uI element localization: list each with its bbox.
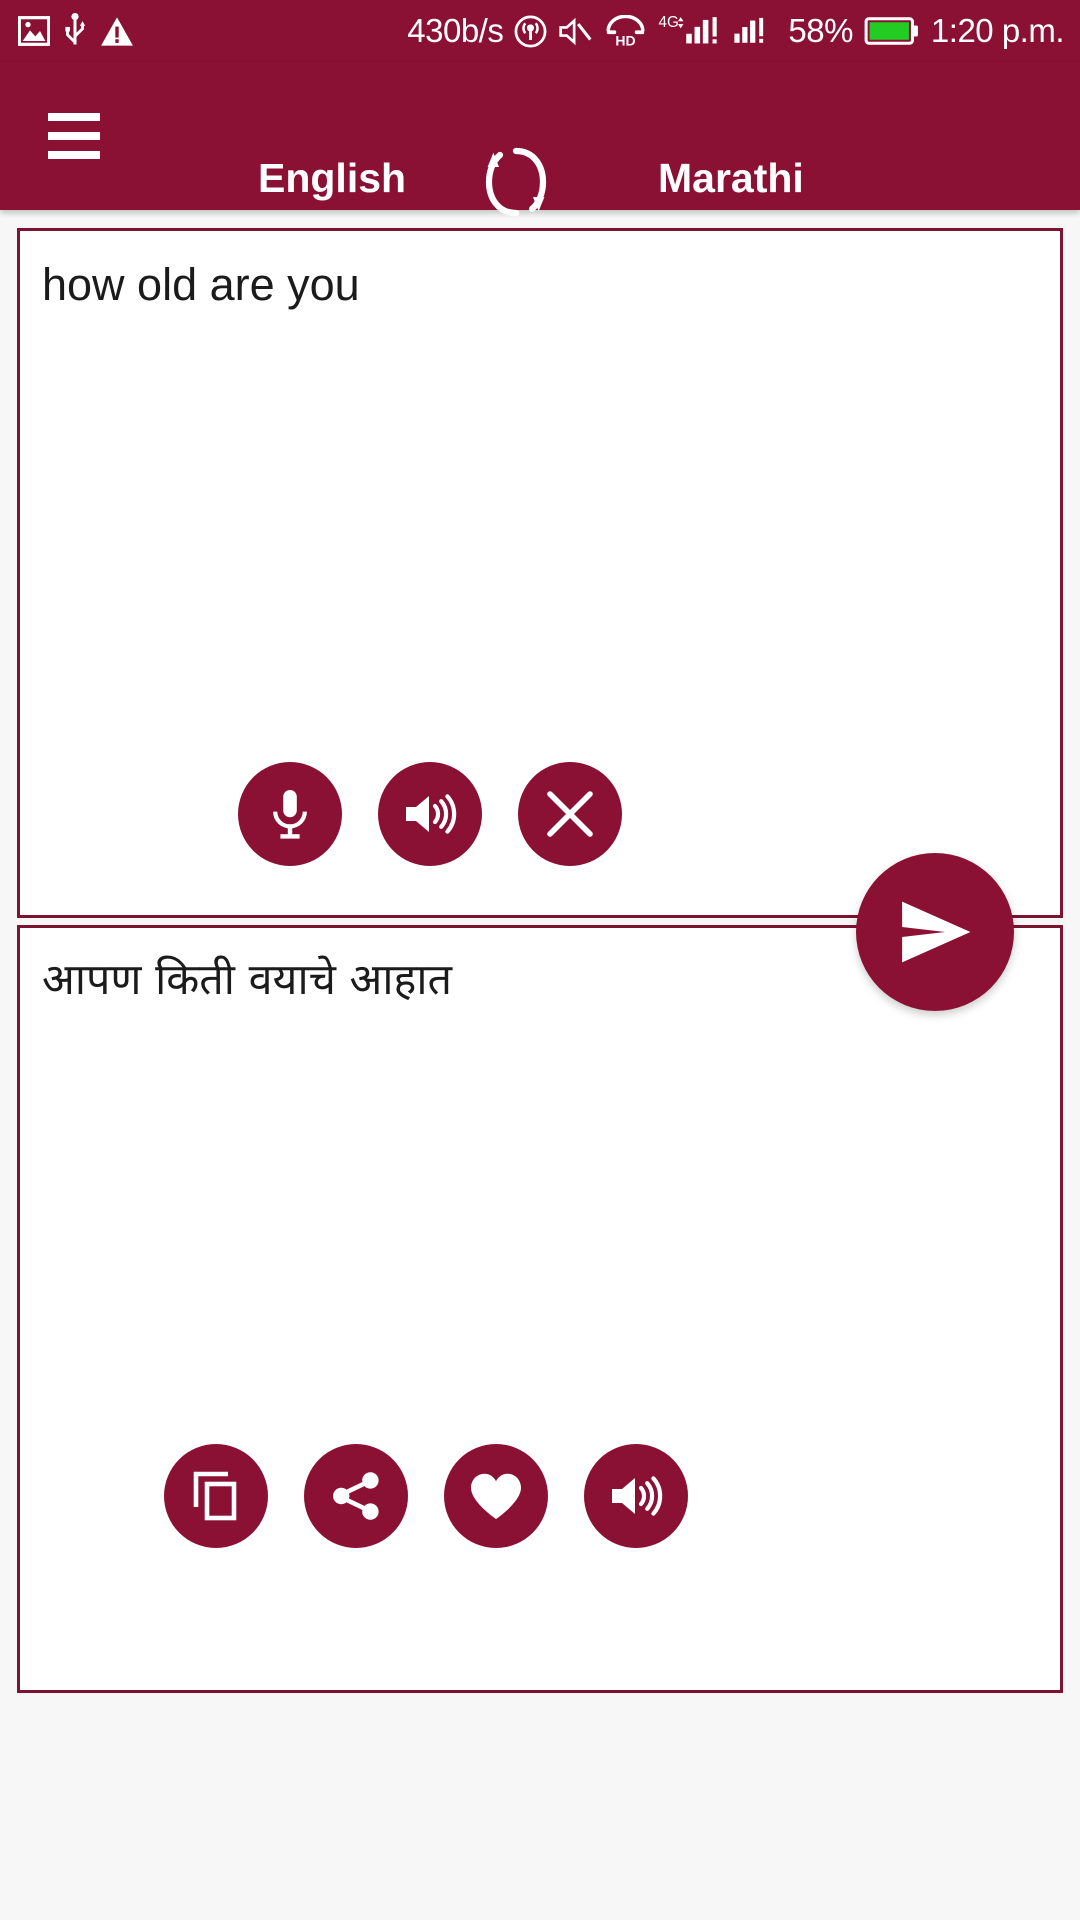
swap-languages-icon[interactable] [478,142,554,222]
signal-bars-sim2-icon [731,14,777,48]
copy-button[interactable] [164,1444,268,1548]
clear-input-button[interactable] [518,762,622,866]
speak-output-button[interactable] [584,1444,688,1548]
usb-icon [64,13,86,49]
status-bar-right-cluster: 430b/s HD 4G 58% 1:20 p.m. [407,12,1080,50]
menu-bar-1 [48,113,100,121]
copy-icon [193,1471,237,1521]
close-icon [547,791,593,837]
translated-card-actions [164,1444,688,1548]
microphone-icon [273,790,307,839]
source-card-actions [238,762,622,866]
send-icon [902,901,971,963]
image-icon [18,16,50,46]
status-bar-left-icons [0,13,134,49]
battery-full-icon [864,16,920,46]
volume-mute-icon [558,16,593,47]
clock-label: 1:20 p.m. [930,12,1065,49]
target-language-button[interactable]: Marathi [658,155,804,202]
translated-text-card[interactable]: आपण किती वयाचे आहात [17,925,1063,1693]
speaker-icon [406,794,457,834]
signal-bars-sim1-icon: 4G [658,13,720,49]
battery-percent-label: 58% [788,12,853,49]
speaker-icon [612,1476,663,1516]
source-text-input[interactable]: how old are you [42,255,1036,314]
svg-text:4G: 4G [659,14,679,31]
warning-icon [100,16,134,47]
status-bar: 430b/s HD 4G 58% 1:20 p.m. [0,0,1080,62]
microphone-button[interactable] [238,762,342,866]
share-icon [333,1472,379,1520]
heart-icon [471,1473,521,1519]
translate-send-button[interactable] [856,853,1014,1011]
app-bar: English Marathi [0,62,1080,217]
hotspot-icon [514,15,547,48]
menu-icon[interactable] [22,92,126,180]
favorite-button[interactable] [444,1444,548,1548]
hd-voice-icon: HD [604,15,647,47]
source-language-button[interactable]: English [258,155,406,202]
speak-input-button[interactable] [378,762,482,866]
svg-text:HD: HD [616,33,636,47]
network-speed-label: 430b/s [407,12,504,49]
share-button[interactable] [304,1444,408,1548]
menu-bar-2 [48,132,100,140]
menu-bar-3 [48,151,100,159]
